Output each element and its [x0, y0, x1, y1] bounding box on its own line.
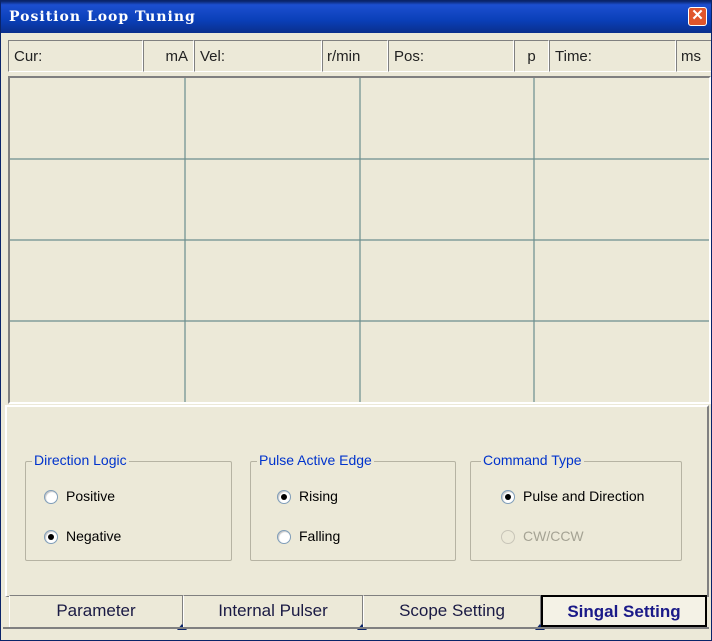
scope-grid: [10, 78, 709, 402]
position-unit: p: [514, 40, 549, 72]
current-unit: mA: [143, 40, 194, 72]
tab-scope-setting-label: Scope Setting: [399, 601, 505, 620]
radio-label-falling: Falling: [299, 528, 341, 544]
radio-button-falling[interactable]: [277, 530, 291, 544]
pulse-active-edge-title: Pulse Active Edge: [257, 452, 374, 468]
radio-label-rising: Rising: [299, 488, 338, 504]
radio-label-negative: Negative: [66, 528, 122, 544]
scope-display[interactable]: [8, 76, 711, 404]
tab-signal-setting[interactable]: Singal Setting: [541, 595, 707, 627]
command-type-group: Command Type Pulse and Direction CW/CCW: [470, 452, 682, 561]
command-type-title: Command Type: [481, 452, 584, 468]
radio-label-positive: Positive: [66, 488, 116, 504]
velocity-readout-label: Vel:: [194, 40, 322, 72]
radio-button-rising[interactable]: [277, 490, 291, 504]
position-readout-label: Pos:: [388, 40, 514, 72]
current-readout-label: Cur:: [8, 40, 143, 72]
radio-button-positive[interactable]: [44, 490, 58, 504]
tab-scope-setting[interactable]: Scope Setting: [363, 595, 545, 630]
pulse-active-edge-group: Pulse Active Edge Rising Falling: [250, 452, 456, 561]
position-loop-tuning-window: Position Loop Tuning ✕ Cur: mA Vel: r/mi…: [0, 0, 712, 641]
tab-internal-pulser[interactable]: Internal Pulser: [183, 595, 367, 630]
close-icon: ✕: [691, 7, 704, 24]
direction-logic-group: Direction Logic Positive Negative: [25, 452, 232, 561]
direction-logic-title: Direction Logic: [32, 452, 129, 468]
window-title: Position Loop Tuning: [9, 9, 196, 25]
radio-button-pulse-and-direction[interactable]: [501, 490, 515, 504]
tab-parameter[interactable]: Parameter: [9, 595, 187, 630]
tab-strip-baseline: [3, 627, 709, 629]
velocity-unit: r/min: [322, 40, 388, 72]
tab-parameter-label: Parameter: [56, 601, 136, 620]
radio-button-cw-ccw: [501, 530, 515, 544]
title-bar[interactable]: Position Loop Tuning ✕: [1, 1, 711, 33]
radio-button-negative[interactable]: [44, 530, 58, 544]
radio-label-cw-ccw: CW/CCW: [523, 528, 584, 544]
status-bar: Cur: mA Vel: r/min Pos: p Time: ms: [8, 40, 711, 72]
tab-internal-pulser-label: Internal Pulser: [218, 601, 328, 620]
tab-strip: Parameter Internal Pulser Scope Setting …: [9, 595, 709, 630]
radio-label-pulse-and-direction: Pulse and Direction: [523, 488, 645, 504]
time-unit: ms: [676, 40, 711, 72]
time-readout-label: Time:: [549, 40, 676, 72]
close-button[interactable]: ✕: [688, 7, 707, 26]
tab-signal-setting-label: Singal Setting: [567, 602, 681, 621]
